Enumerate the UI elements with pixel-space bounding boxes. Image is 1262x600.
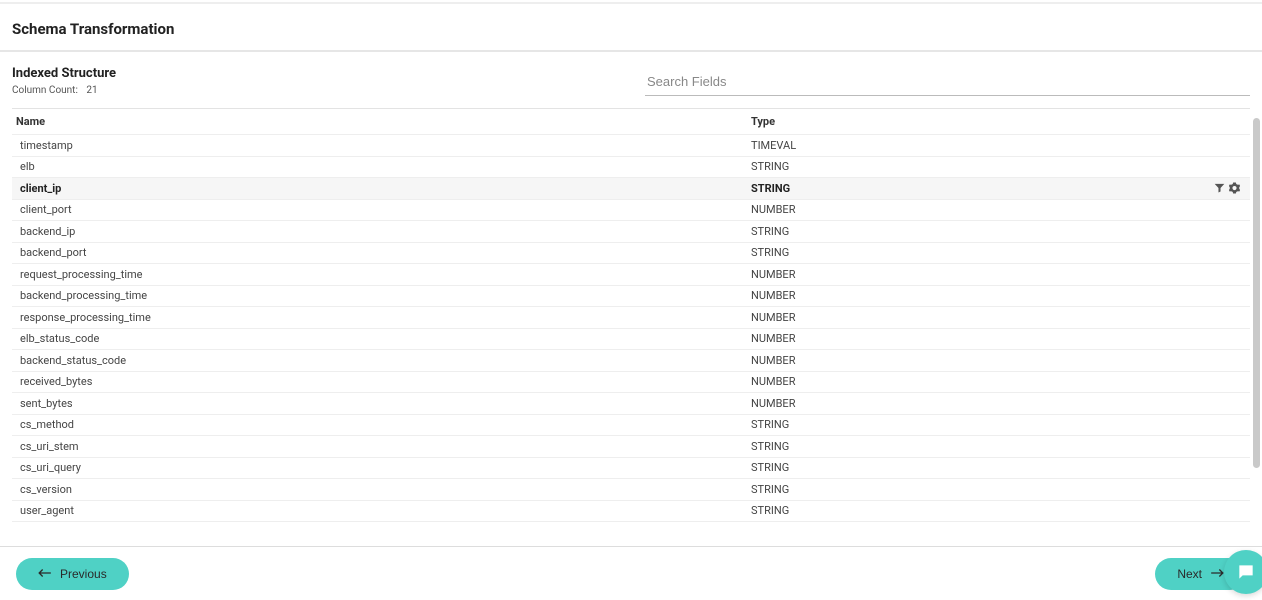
cell-type: STRING [747,246,1250,259]
section-subtitle: Indexed Structure [12,66,116,81]
table-row[interactable]: backend_processing_timeNUMBER [12,286,1250,308]
cell-name: timestamp [12,139,747,152]
cell-name: sent_bytes [12,397,747,410]
cell-type: STRING [747,418,1250,431]
cell-type: STRING [747,182,1250,195]
cell-name: received_bytes [12,375,747,388]
cell-type: STRING [747,225,1250,238]
cell-name: response_processing_time [12,311,747,324]
cell-name: cs_version [12,483,747,496]
cell-type: STRING [747,440,1250,453]
cell-type: NUMBER [747,289,1250,302]
cell-type: NUMBER [747,268,1250,281]
cell-name: cs_uri_query [12,461,747,474]
column-count-label: Column Count: [12,85,78,96]
table-row[interactable]: client_ipSTRING [12,178,1250,200]
column-count: Column Count: 21 [12,85,116,96]
table-row[interactable]: received_bytesNUMBER [12,372,1250,394]
table-row[interactable]: sent_bytesNUMBER [12,393,1250,415]
scrollbar-thumb[interactable] [1253,118,1260,468]
cell-type: STRING [747,160,1250,173]
table-row[interactable]: user_agentSTRING [12,501,1250,523]
table-body: timestampTIMEVALelbSTRINGclient_ipSTRING… [12,135,1250,522]
cell-name: request_processing_time [12,268,747,281]
cell-type: NUMBER [747,397,1250,410]
table-row[interactable]: cs_uri_stemSTRING [12,436,1250,458]
gear-icon[interactable] [1229,183,1240,194]
cell-type: NUMBER [747,354,1250,367]
arrow-left-icon [38,567,52,581]
previous-label: Previous [60,567,107,581]
cell-name: backend_processing_time [12,289,747,302]
table-row[interactable]: elb_status_codeNUMBER [12,329,1250,351]
cell-name: client_ip [12,182,747,195]
table-row[interactable]: client_portNUMBER [12,200,1250,222]
table-header-type: Type [747,115,1250,128]
table-header: Name Type [12,109,1250,135]
cell-type: NUMBER [747,203,1250,216]
fields-table: Name Type timestampTIMEVALelbSTRINGclien… [12,108,1250,522]
cell-name: user_agent [12,504,747,517]
table-row[interactable]: cs_uri_querySTRING [12,458,1250,480]
filter-icon[interactable] [1214,183,1225,194]
search-input[interactable] [645,68,1250,96]
table-row[interactable]: cs_versionSTRING [12,479,1250,501]
table-row[interactable]: response_processing_timeNUMBER [12,307,1250,329]
cell-name: backend_status_code [12,354,747,367]
cell-type: STRING [747,504,1250,517]
previous-button[interactable]: Previous [16,558,129,590]
page-title: Schema Transformation [0,4,1262,50]
cell-name: cs_uri_stem [12,440,747,453]
table-row[interactable]: backend_ipSTRING [12,221,1250,243]
cell-name: backend_port [12,246,747,259]
cell-type: NUMBER [747,311,1250,324]
table-row[interactable]: cs_methodSTRING [12,415,1250,437]
arrow-right-icon [1210,567,1224,581]
title-separator [0,50,1262,52]
table-row[interactable]: backend_status_codeNUMBER [12,350,1250,372]
header-row: Indexed Structure Column Count: 21 [0,66,1262,100]
cell-name: client_port [12,203,747,216]
cell-name: backend_ip [12,225,747,238]
table-row[interactable]: backend_portSTRING [12,243,1250,265]
column-count-value: 21 [86,85,97,96]
chat-widget-button[interactable] [1224,550,1262,594]
cell-type: STRING [747,461,1250,474]
row-actions [1214,183,1240,194]
next-label: Next [1177,567,1202,581]
cell-name: elb_status_code [12,332,747,345]
table-row[interactable]: timestampTIMEVAL [12,135,1250,157]
scrollbar[interactable] [1253,118,1260,540]
table-row[interactable]: request_processing_timeNUMBER [12,264,1250,286]
table-row[interactable]: elbSTRING [12,157,1250,179]
cell-type: STRING [747,483,1250,496]
cell-type: NUMBER [747,375,1250,388]
table-header-name: Name [12,115,747,128]
cell-name: elb [12,160,747,173]
cell-type: NUMBER [747,332,1250,345]
cell-type: TIMEVAL [747,139,1250,152]
footer-bar: Previous Next [0,546,1262,600]
cell-name: cs_method [12,418,747,431]
